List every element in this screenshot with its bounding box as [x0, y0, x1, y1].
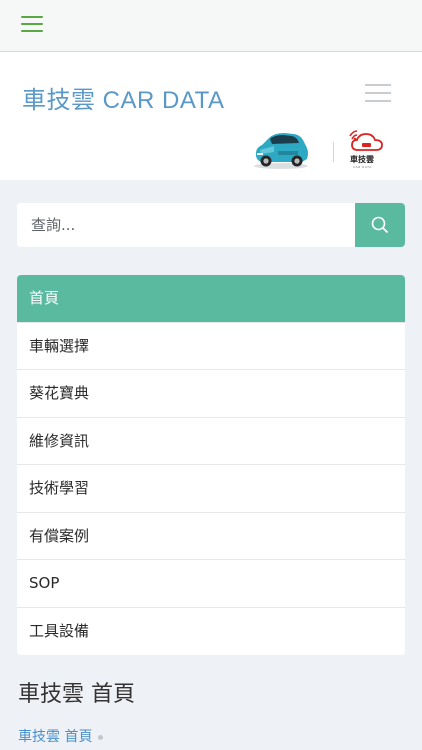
- cloud-logo: 車技雲 CAR DATA: [346, 128, 388, 170]
- logo-divider: [333, 142, 334, 162]
- breadcrumb-home-link[interactable]: 車技雲 首頁: [18, 729, 92, 745]
- top-bar: [0, 0, 422, 52]
- nav-item-repair-info[interactable]: 維修資訊: [17, 418, 405, 465]
- page-title: 車技雲 首頁: [18, 682, 135, 707]
- nav-item-sop[interactable]: SOP: [17, 560, 405, 608]
- brand-title[interactable]: 車技雲 CAR DATA: [22, 80, 224, 115]
- nav-item-sunflower-manual[interactable]: 葵花寶典: [17, 370, 405, 418]
- search-icon: [371, 216, 389, 234]
- nav-item-tools[interactable]: 工具設備: [17, 608, 405, 656]
- nav-item-home[interactable]: 首頁: [17, 275, 405, 323]
- nav-item-vehicle-select[interactable]: 車輛選擇: [17, 323, 405, 370]
- car-image: [254, 133, 308, 169]
- search-input[interactable]: [17, 203, 355, 247]
- nav-item-paid-cases[interactable]: 有償案例: [17, 513, 405, 560]
- logo-subtext: CAR DATA: [353, 165, 372, 169]
- site-header: 車技雲 CAR DATA 車技雲 CAR DATA: [0, 52, 422, 180]
- cloud-logo-icon: [349, 130, 383, 151]
- logo-text: 車技雲: [350, 155, 374, 164]
- breadcrumb: 車技雲 首頁: [18, 726, 104, 746]
- breadcrumb-separator: [98, 734, 104, 740]
- nav-menu: 首頁 車輛選擇 葵花寶典 維修資訊 技術學習 有償案例 SOP 工具設備: [17, 275, 405, 655]
- menu-icon[interactable]: [365, 84, 391, 102]
- hamburger-icon[interactable]: [21, 16, 43, 34]
- search-button[interactable]: [355, 203, 405, 247]
- search-bar: [17, 203, 405, 247]
- nav-item-tech-learning[interactable]: 技術學習: [17, 465, 405, 513]
